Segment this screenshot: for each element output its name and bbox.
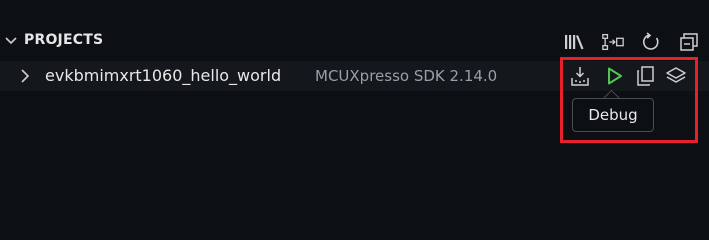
highlight-box	[560, 57, 698, 143]
library-icon[interactable]	[562, 30, 586, 54]
refresh-icon[interactable]	[639, 30, 663, 54]
project-name: evkbmimxrt1060_hello_world	[45, 66, 282, 85]
collapse-all-icon[interactable]	[677, 30, 701, 54]
chevron-down-icon[interactable]	[4, 34, 18, 48]
sdk-version: MCUXpresso SDK 2.14.0	[315, 67, 498, 85]
panel-title: PROJECTS	[24, 32, 104, 48]
projects-view-header[interactable]: PROJECTS	[0, 28, 709, 54]
import-icon[interactable]	[601, 30, 625, 54]
chevron-right-icon[interactable]	[18, 68, 32, 84]
